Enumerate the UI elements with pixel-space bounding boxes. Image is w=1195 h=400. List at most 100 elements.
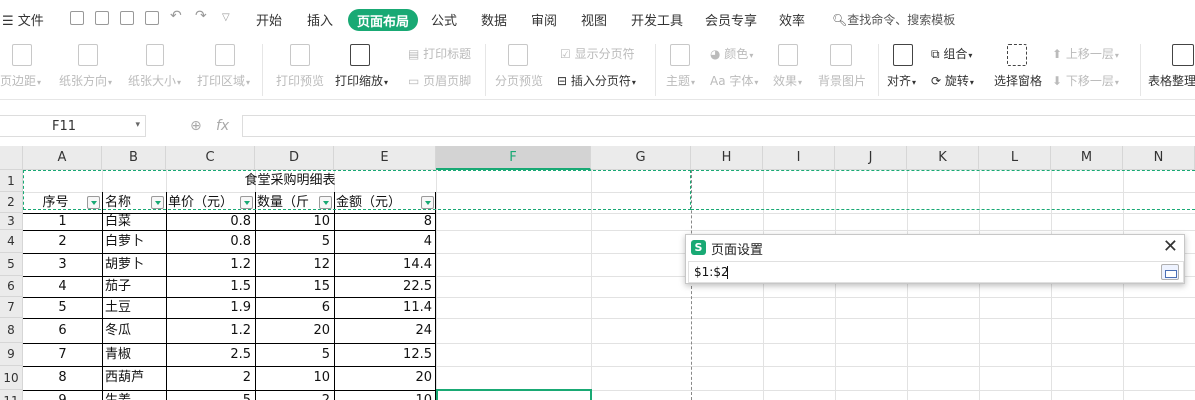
redo-icon[interactable]: ↷ bbox=[195, 8, 209, 24]
print-titles-range-input[interactable]: $1:$2 bbox=[688, 261, 1184, 283]
print-area-button[interactable]: 打印区域▾ bbox=[197, 72, 250, 89]
cell-qty[interactable]: 10 bbox=[255, 366, 334, 390]
cell-price[interactable]: 1.5 bbox=[166, 276, 255, 297]
cell-amount[interactable]: 20 bbox=[334, 366, 436, 390]
colors-button[interactable]: ◕ 颜色▾ bbox=[710, 45, 753, 62]
cell-amount[interactable]: 22.5 bbox=[334, 276, 436, 297]
cell-name[interactable]: 茄子 bbox=[102, 276, 166, 297]
cell-seq[interactable]: 2 bbox=[23, 230, 102, 253]
save-icon[interactable] bbox=[70, 11, 84, 25]
cell-amount[interactable]: 14.4 bbox=[334, 253, 436, 276]
page-break-preview-button[interactable]: 分页预览 bbox=[495, 72, 543, 89]
background-image-button[interactable]: 背景图片 bbox=[818, 72, 866, 89]
cell-qty[interactable]: 20 bbox=[255, 318, 334, 343]
column-header-d[interactable]: D bbox=[255, 146, 334, 170]
cell-qty[interactable]: 10 bbox=[255, 213, 334, 230]
cell-amount[interactable]: 12.5 bbox=[334, 343, 436, 366]
cell-price[interactable]: 1.2 bbox=[166, 253, 255, 276]
quick-access-dropdown-icon[interactable]: ▽ bbox=[222, 12, 236, 26]
export-icon[interactable] bbox=[95, 11, 109, 25]
cell-price[interactable]: 0.8 bbox=[166, 230, 255, 253]
cell-name[interactable]: 冬瓜 bbox=[102, 318, 166, 343]
cell-name[interactable]: 土豆 bbox=[102, 297, 166, 318]
rotate-button[interactable]: ⟳ 旋转▾ bbox=[931, 72, 974, 89]
row-header-6[interactable]: 6 bbox=[0, 276, 23, 297]
column-header-h[interactable]: H bbox=[691, 146, 763, 170]
cell-price[interactable]: 2.5 bbox=[166, 343, 255, 366]
orientation-button[interactable]: 纸张方向▾ bbox=[59, 72, 112, 89]
row-header-5[interactable]: 5 bbox=[0, 253, 23, 276]
cell-amount[interactable]: 4 bbox=[334, 230, 436, 253]
cell-seq[interactable]: 8 bbox=[23, 366, 102, 390]
column-header-e[interactable]: E bbox=[334, 146, 436, 170]
tab-data[interactable]: 数据 bbox=[481, 10, 507, 29]
select-all-corner[interactable] bbox=[0, 146, 23, 170]
row-header-1[interactable]: 1 bbox=[0, 170, 23, 192]
zoom-icon[interactable]: ⊕ bbox=[190, 118, 202, 134]
tab-member[interactable]: 会员专享 bbox=[705, 10, 757, 29]
cell-qty[interactable]: 5 bbox=[255, 343, 334, 366]
row-header-7[interactable]: 7 bbox=[0, 297, 23, 318]
print-titles-button[interactable]: ▤ 打印标题 bbox=[408, 45, 471, 62]
cell-qty[interactable]: 12 bbox=[255, 253, 334, 276]
undo-icon[interactable]: ↶ bbox=[170, 8, 184, 24]
column-header-g[interactable]: G bbox=[591, 146, 691, 170]
tab-review[interactable]: 审阅 bbox=[531, 10, 557, 29]
close-icon[interactable]: ✕ bbox=[1163, 236, 1178, 257]
margins-button[interactable]: 页边距▾ bbox=[0, 72, 41, 89]
cell-seq[interactable]: 3 bbox=[23, 253, 102, 276]
row-header-11[interactable]: 11 bbox=[0, 390, 23, 400]
column-header-j[interactable]: J bbox=[835, 146, 907, 170]
cell-qty[interactable]: 5 bbox=[255, 230, 334, 253]
fx-icon[interactable]: fx bbox=[216, 118, 229, 134]
cell-price[interactable]: 1.9 bbox=[166, 297, 255, 318]
cell-name[interactable]: 胡萝卜 bbox=[102, 253, 166, 276]
cell-name[interactable]: 生姜 bbox=[102, 390, 166, 400]
cell-qty[interactable]: 6 bbox=[255, 297, 334, 318]
preview-icon[interactable] bbox=[145, 11, 159, 25]
tab-efficiency[interactable]: 效率 bbox=[779, 10, 805, 29]
tab-insert[interactable]: 插入 bbox=[307, 10, 333, 29]
cell-seq[interactable]: 9 bbox=[23, 390, 102, 400]
header-footer-button[interactable]: ▭ 页眉页脚 bbox=[408, 72, 471, 89]
column-header-m[interactable]: M bbox=[1051, 146, 1123, 170]
tab-home[interactable]: 开始 bbox=[256, 10, 282, 29]
column-header-n[interactable]: N bbox=[1123, 146, 1195, 170]
row-header-4[interactable]: 4 bbox=[0, 230, 23, 253]
cell-amount[interactable]: 8 bbox=[334, 213, 436, 230]
align-button[interactable]: 对齐▾ bbox=[887, 72, 916, 89]
name-box[interactable]: F11 ▾ bbox=[0, 115, 146, 137]
cell-seq[interactable]: 6 bbox=[23, 318, 102, 343]
column-header-f[interactable]: F bbox=[436, 146, 591, 170]
cell-seq[interactable]: 7 bbox=[23, 343, 102, 366]
cell-seq[interactable]: 1 bbox=[23, 213, 102, 230]
row-header-8[interactable]: 8 bbox=[0, 318, 23, 343]
cell-name[interactable]: 白萝卜 bbox=[102, 230, 166, 253]
formula-input[interactable] bbox=[242, 115, 1195, 137]
show-page-breaks-checkbox[interactable]: ☑ 显示分页符 bbox=[560, 45, 635, 62]
print-icon[interactable] bbox=[120, 11, 134, 25]
row-header-2[interactable]: 2 bbox=[0, 192, 23, 213]
cell-amount[interactable]: 10 bbox=[334, 390, 436, 400]
column-header-b[interactable]: B bbox=[102, 146, 166, 170]
paper-size-button[interactable]: 纸张大小▾ bbox=[128, 72, 181, 89]
print-scale-button[interactable]: 打印缩放▾ bbox=[335, 72, 388, 89]
column-header-c[interactable]: C bbox=[166, 146, 255, 170]
cell-price[interactable]: 5 bbox=[166, 390, 255, 400]
column-header-a[interactable]: A bbox=[23, 146, 102, 170]
cell-name[interactable]: 白菜 bbox=[102, 213, 166, 230]
cell-qty[interactable]: 2 bbox=[255, 390, 334, 400]
tab-page-layout[interactable]: 页面布局 bbox=[348, 9, 419, 31]
cell-price[interactable]: 2 bbox=[166, 366, 255, 390]
command-search[interactable]: 🔍︎查找命令、搜索模板 bbox=[832, 11, 955, 28]
cell-seq[interactable]: 4 bbox=[23, 276, 102, 297]
cell-price[interactable]: 1.2 bbox=[166, 318, 255, 343]
send-backward-button[interactable]: ⬇ 下移一层▾ bbox=[1052, 72, 1119, 89]
tab-view[interactable]: 视图 bbox=[581, 10, 607, 29]
tab-developer[interactable]: 开发工具 bbox=[631, 10, 683, 29]
cell-price[interactable]: 0.8 bbox=[166, 213, 255, 230]
selection-pane-button[interactable]: 选择窗格 bbox=[994, 72, 1042, 89]
column-header-l[interactable]: L bbox=[979, 146, 1051, 170]
cell-seq[interactable]: 5 bbox=[23, 297, 102, 318]
file-menu[interactable]: ☰ 文件 bbox=[2, 10, 44, 29]
